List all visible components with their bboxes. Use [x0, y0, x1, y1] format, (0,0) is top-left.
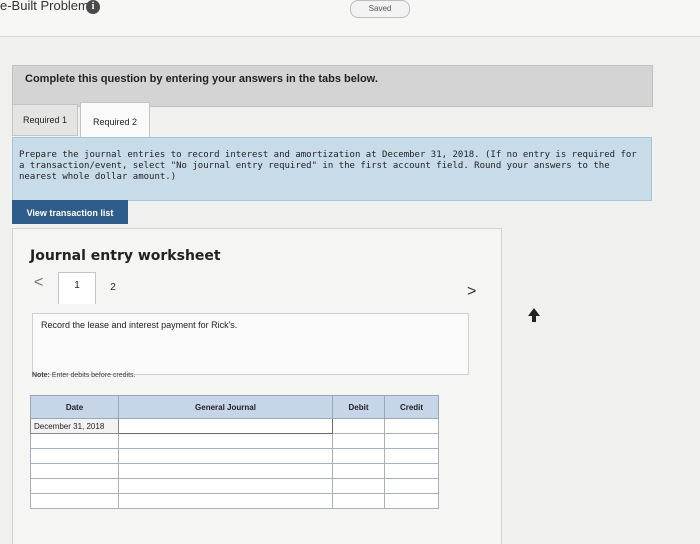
date-cell[interactable]: December 31, 2018 — [30, 418, 119, 434]
tab-required-1[interactable]: Required 1 — [12, 104, 78, 136]
date-cell[interactable] — [30, 448, 119, 464]
prev-arrow-icon[interactable]: < — [34, 274, 43, 292]
journal-table: Date General Journal Debit Credit Decemb… — [30, 395, 439, 509]
account-input[interactable] — [118, 418, 333, 434]
date-cell[interactable] — [30, 463, 119, 479]
view-transaction-list-button[interactable]: View transaction list — [12, 200, 128, 224]
table-row: December 31, 2018 — [30, 418, 439, 434]
saved-badge: Saved — [350, 0, 410, 18]
date-cell[interactable] — [30, 478, 119, 494]
record-text: Record the lease and interest payment fo… — [41, 320, 238, 330]
debit-input[interactable] — [332, 433, 385, 449]
debit-input[interactable] — [332, 448, 385, 464]
top-bar: e-Built Problems i Saved — [0, 0, 700, 37]
mouse-cursor-icon — [528, 308, 540, 322]
table-row — [30, 448, 439, 464]
debit-input[interactable] — [332, 478, 385, 494]
info-icon[interactable]: i — [86, 0, 100, 14]
note: Note: Enter debits before credits. — [32, 372, 136, 379]
task-text: Prepare the journal entries to record in… — [19, 150, 637, 182]
credit-input[interactable] — [384, 478, 439, 494]
table-row — [30, 493, 439, 509]
account-input[interactable] — [118, 493, 333, 509]
worksheet-title: Journal entry worksheet — [30, 248, 221, 264]
next-arrow-icon[interactable]: > — [467, 283, 476, 301]
tab-required-2[interactable]: Required 2 — [80, 102, 150, 138]
header-date: Date — [30, 395, 119, 419]
header-debit: Debit — [332, 395, 385, 419]
date-cell[interactable] — [30, 433, 119, 449]
header-credit: Credit — [384, 395, 439, 419]
credit-input[interactable] — [384, 433, 439, 449]
task-box: Prepare the journal entries to record in… — [12, 137, 652, 201]
account-input[interactable] — [118, 448, 333, 464]
credit-input[interactable] — [384, 493, 439, 509]
note-label: Note: — [32, 372, 50, 379]
worksheet-page-1[interactable]: 1 — [58, 272, 96, 304]
debit-input[interactable] — [332, 418, 385, 434]
debit-input[interactable] — [332, 463, 385, 479]
credit-input[interactable] — [384, 418, 439, 434]
note-text: Enter debits before credits. — [51, 372, 136, 379]
worksheet-page-2[interactable]: 2 — [100, 276, 126, 302]
date-cell[interactable] — [30, 493, 119, 509]
account-input[interactable] — [118, 463, 333, 479]
app-title: e-Built Problems — [0, 0, 96, 13]
table-row — [30, 478, 439, 494]
account-input[interactable] — [118, 433, 333, 449]
table-row — [30, 433, 439, 449]
credit-input[interactable] — [384, 448, 439, 464]
record-description-box: Record the lease and interest payment fo… — [32, 313, 469, 375]
instructions-bar: Complete this question by entering your … — [12, 65, 653, 107]
table-row — [30, 463, 439, 479]
debit-input[interactable] — [332, 493, 385, 509]
account-input[interactable] — [118, 478, 333, 494]
credit-input[interactable] — [384, 463, 439, 479]
instructions-text: Complete this question by entering your … — [25, 73, 378, 85]
header-general-journal: General Journal — [118, 395, 333, 419]
journal-header-row: Date General Journal Debit Credit — [30, 395, 439, 419]
